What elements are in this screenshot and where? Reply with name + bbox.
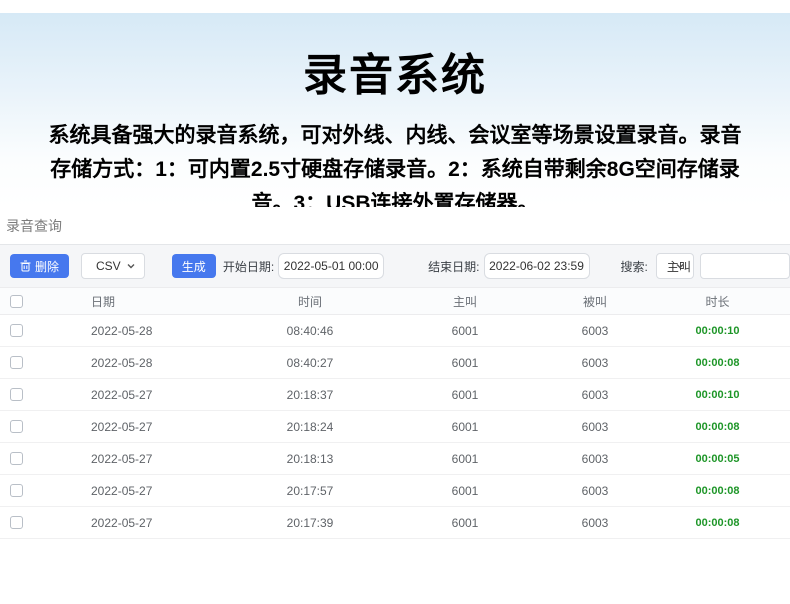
cell-date: 2022-05-27 [55, 420, 235, 434]
search-label: 搜索: [621, 258, 648, 275]
search-field-select[interactable]: 主叫 [656, 253, 694, 279]
cell-caller: 6001 [385, 516, 545, 530]
end-date-input[interactable] [484, 253, 590, 279]
table-header: 日期 时间 主叫 被叫 时长 [0, 287, 790, 315]
page-title: 录音系统 [0, 39, 790, 103]
table-row: 2022-05-27 20:18:13 6001 6003 00:00:05 [0, 443, 790, 475]
select-all-checkbox[interactable] [10, 295, 23, 308]
cell-duration: 00:00:05 [645, 453, 790, 465]
cell-date: 2022-05-27 [55, 516, 235, 530]
cell-callee: 6003 [545, 484, 645, 498]
table-row: 2022-05-28 08:40:27 6001 6003 00:00:08 [0, 347, 790, 379]
cell-duration: 00:00:10 [645, 389, 790, 401]
cell-caller: 6001 [385, 324, 545, 338]
cell-duration: 00:00:08 [645, 485, 790, 497]
cell-callee: 6003 [545, 324, 645, 338]
page-description: 系统具备强大的录音系统，可对外线、内线、会议室等场景设置录音。录音存储方式：1：… [42, 119, 748, 207]
start-date-input[interactable] [278, 253, 384, 279]
cell-caller: 6001 [385, 484, 545, 498]
row-checkbox[interactable] [10, 356, 23, 369]
column-header-time: 时间 [235, 293, 385, 310]
cell-time: 20:18:24 [235, 420, 385, 434]
cell-duration: 00:00:08 [645, 421, 790, 433]
cell-callee: 6003 [545, 516, 645, 530]
cell-time: 20:17:57 [235, 484, 385, 498]
column-header-caller: 主叫 [385, 293, 545, 310]
export-format-select[interactable]: CSV [81, 253, 145, 279]
table-body: 2022-05-28 08:40:46 6001 6003 00:00:10 2… [0, 315, 790, 539]
table-row: 2022-05-28 08:40:46 6001 6003 00:00:10 [0, 315, 790, 347]
row-checkbox[interactable] [10, 324, 23, 337]
chevron-down-icon [675, 261, 685, 271]
generate-button[interactable]: 生成 [172, 254, 216, 278]
row-checkbox[interactable] [10, 452, 23, 465]
column-header-date: 日期 [55, 293, 235, 310]
recording-query-panel: 删除 CSV 生成 开始日期: 结束日期: 搜索: 主叫 日期 [0, 244, 790, 539]
cell-date: 2022-05-28 [55, 356, 235, 370]
cell-duration: 00:00:10 [645, 325, 790, 337]
table-row: 2022-05-27 20:17:39 6001 6003 00:00:08 [0, 507, 790, 539]
cell-date: 2022-05-27 [55, 484, 235, 498]
delete-button-label: 删除 [35, 258, 59, 275]
cell-callee: 6003 [545, 420, 645, 434]
cell-time: 20:18:37 [235, 388, 385, 402]
trash-icon [20, 260, 31, 272]
cell-callee: 6003 [545, 356, 645, 370]
hero-banner: 录音系统 系统具备强大的录音系统，可对外线、内线、会议室等场景设置录音。录音存储… [0, 13, 790, 207]
cell-time: 08:40:46 [235, 324, 385, 338]
cell-caller: 6001 [385, 452, 545, 466]
row-checkbox[interactable] [10, 516, 23, 529]
generate-button-label: 生成 [182, 258, 206, 275]
cell-caller: 6001 [385, 388, 545, 402]
cell-caller: 6001 [385, 420, 545, 434]
cell-callee: 6003 [545, 388, 645, 402]
end-date-label: 结束日期: [428, 258, 479, 275]
cell-duration: 00:00:08 [645, 517, 790, 529]
cell-date: 2022-05-28 [55, 324, 235, 338]
cell-time: 08:40:27 [235, 356, 385, 370]
cell-date: 2022-05-27 [55, 388, 235, 402]
toolbar: 删除 CSV 生成 开始日期: 结束日期: 搜索: 主叫 [0, 245, 790, 287]
section-title: 录音查询 [0, 207, 790, 244]
cell-date: 2022-05-27 [55, 452, 235, 466]
start-date-label: 开始日期: [223, 258, 274, 275]
row-checkbox[interactable] [10, 484, 23, 497]
table-row: 2022-05-27 20:18:37 6001 6003 00:00:10 [0, 379, 790, 411]
cell-time: 20:18:13 [235, 452, 385, 466]
column-header-duration: 时长 [645, 293, 790, 310]
row-checkbox[interactable] [10, 388, 23, 401]
column-header-callee: 被叫 [545, 293, 645, 310]
delete-button[interactable]: 删除 [10, 254, 69, 278]
row-checkbox[interactable] [10, 420, 23, 433]
search-input[interactable] [700, 253, 790, 279]
cell-duration: 00:00:08 [645, 357, 790, 369]
table-row: 2022-05-27 20:17:57 6001 6003 00:00:08 [0, 475, 790, 507]
chevron-down-icon [126, 261, 136, 271]
cell-time: 20:17:39 [235, 516, 385, 530]
cell-callee: 6003 [545, 452, 645, 466]
table-row: 2022-05-27 20:18:24 6001 6003 00:00:08 [0, 411, 790, 443]
cell-caller: 6001 [385, 356, 545, 370]
export-format-value: CSV [96, 259, 121, 273]
